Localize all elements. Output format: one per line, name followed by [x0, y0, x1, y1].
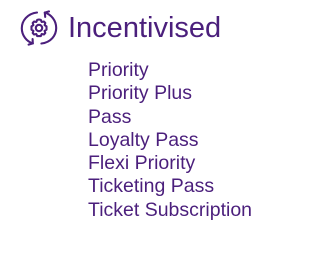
- menu-item-priority-plus[interactable]: Priority Plus: [88, 82, 252, 105]
- incentivised-menu-group: Incentivised Priority Priority Plus Pass…: [0, 0, 318, 254]
- menu-item-priority[interactable]: Priority: [88, 59, 252, 82]
- group-header: Incentivised: [17, 8, 221, 48]
- incentivised-items-list: Priority Priority Plus Pass Loyalty Pass…: [88, 59, 252, 222]
- menu-item-ticketing-pass[interactable]: Ticketing Pass: [88, 175, 252, 198]
- menu-item-pass[interactable]: Pass: [88, 106, 252, 129]
- menu-item-loyalty-pass[interactable]: Loyalty Pass: [88, 129, 252, 152]
- menu-item-flexi-priority[interactable]: Flexi Priority: [88, 152, 252, 175]
- rotating-gear-icon: [20, 10, 58, 46]
- menu-item-ticket-subscription[interactable]: Ticket Subscription: [88, 199, 252, 222]
- group-title: Incentivised: [68, 12, 222, 44]
